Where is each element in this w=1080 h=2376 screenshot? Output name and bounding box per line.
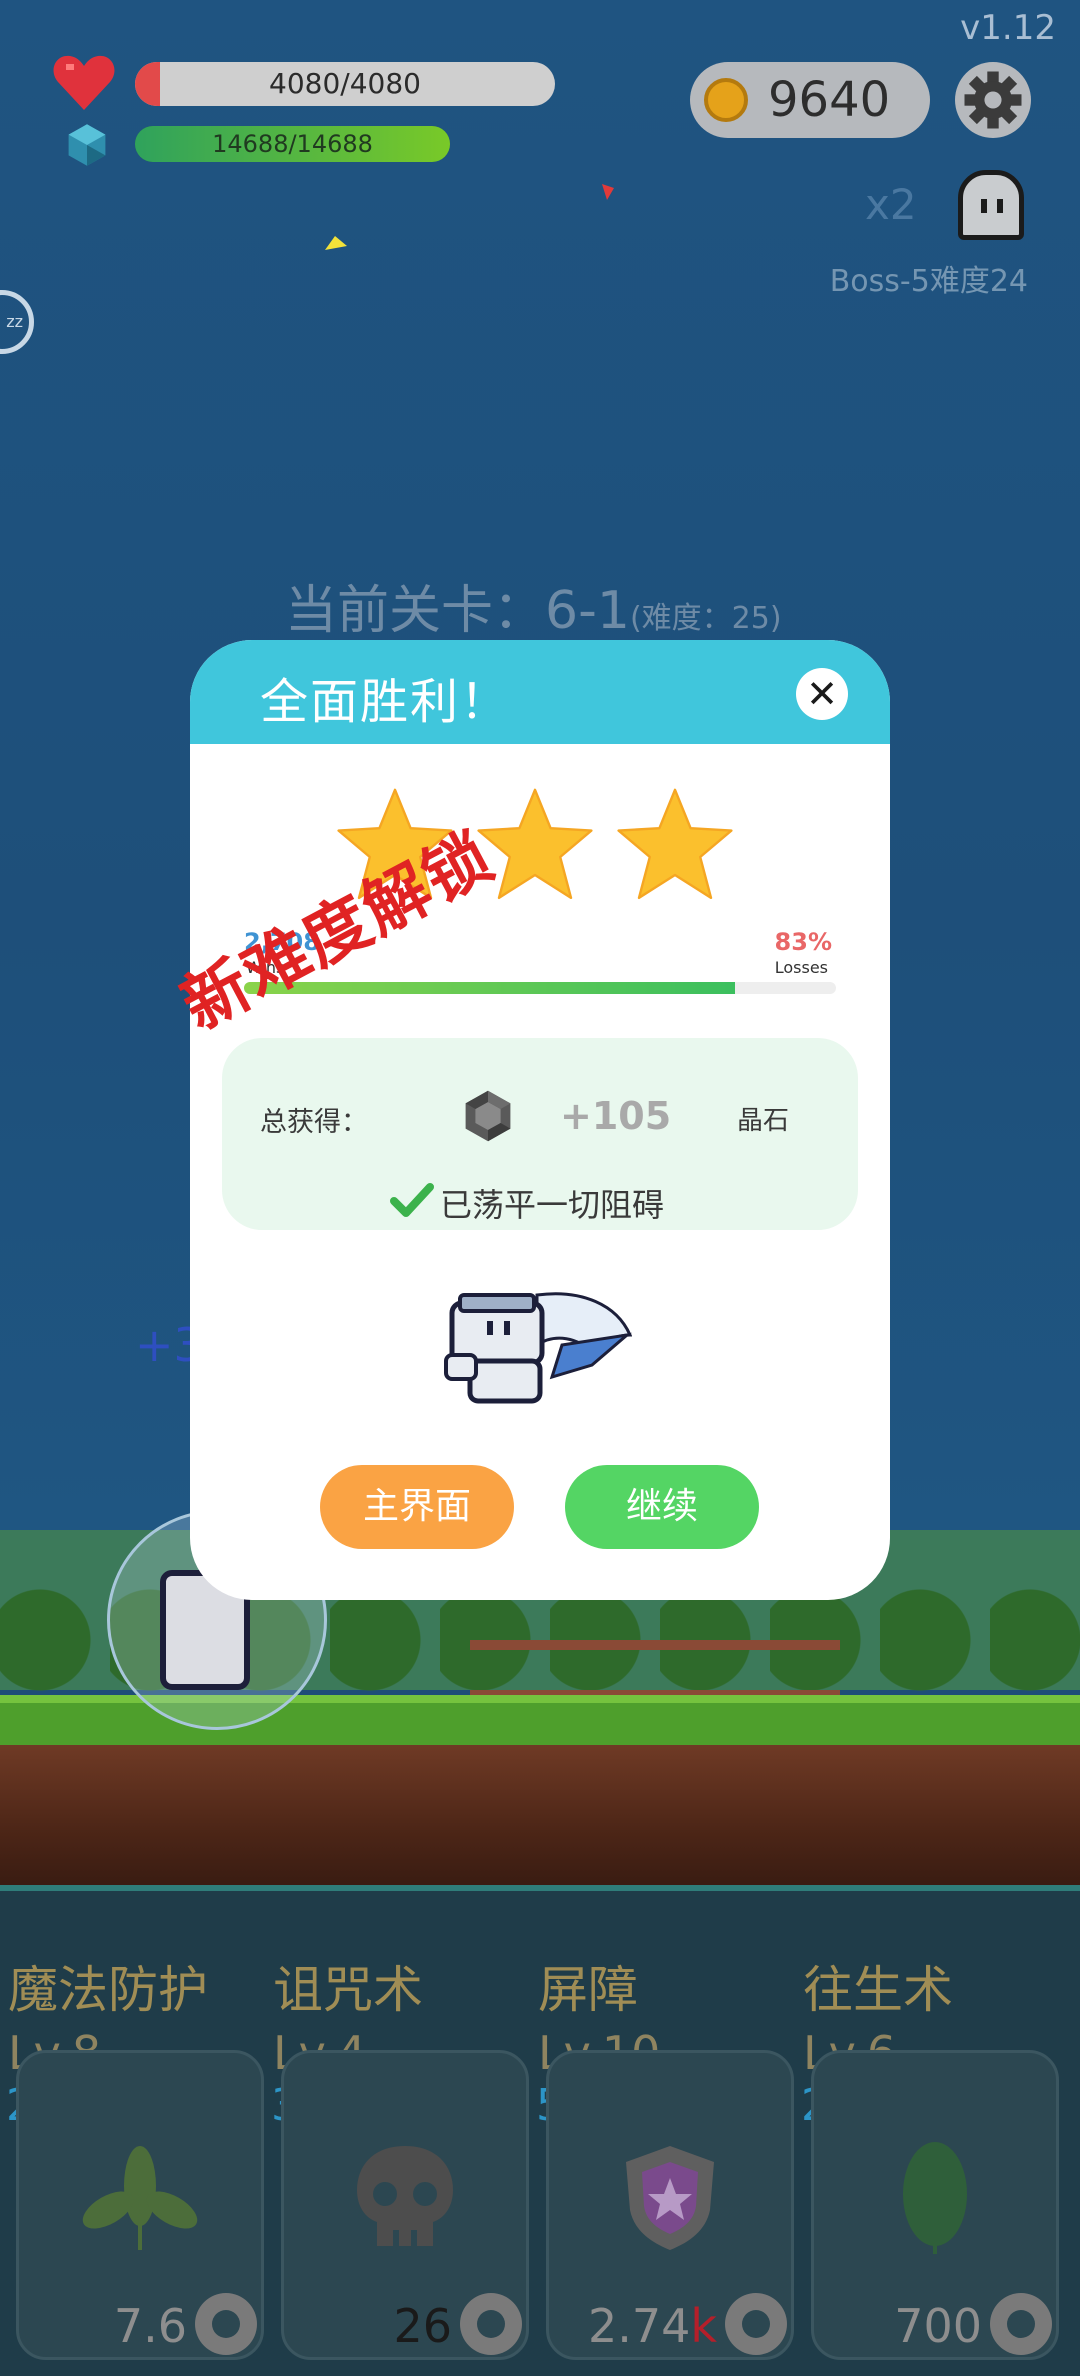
upgrade-price: 2.74k xyxy=(588,2299,717,2353)
coin-counter: 9640 xyxy=(690,62,930,138)
leaf-icon xyxy=(903,2142,967,2254)
dialog-title: 全面胜利！ xyxy=(260,674,511,730)
crystal-icon xyxy=(68,124,106,166)
losses-value: 83% xyxy=(774,928,832,956)
win-ratio-bar xyxy=(244,982,836,994)
heart-icon xyxy=(53,55,115,110)
boss-ghost-icon[interactable] xyxy=(958,170,1024,240)
speed-multiplier[interactable]: x2 xyxy=(865,180,917,229)
skill-name: 往生术 xyxy=(803,1961,953,2019)
stage-name: 当前关卡：6-1 xyxy=(285,581,630,641)
fence xyxy=(470,1640,840,1700)
shield-icon xyxy=(626,2146,714,2250)
skill-name: 魔法防护 xyxy=(8,1961,208,2019)
upgrade-price-value: 700 xyxy=(894,2299,982,2353)
projectile-yellow xyxy=(325,236,347,250)
check-icon xyxy=(390,1183,434,1217)
settings-button[interactable] xyxy=(955,62,1031,138)
reward-label: 总获得： xyxy=(260,1107,368,1138)
sprout-icon xyxy=(82,2146,198,2250)
upgrade-price: 700 xyxy=(894,2299,982,2353)
star-icon xyxy=(617,788,733,899)
skull-icon xyxy=(357,2146,453,2246)
skill-card-magic-defense[interactable]: 7.6 xyxy=(16,2050,264,2360)
stage-difficulty: (难度：25) xyxy=(629,601,782,636)
reward-unit: 晶石 xyxy=(737,1106,790,1136)
upgrade-gear-icon xyxy=(990,2293,1052,2355)
cleared-text: 已荡平一切阻碍 xyxy=(440,1186,665,1224)
stage-label: 当前关卡：6-1(难度：25) xyxy=(285,568,782,643)
skill-name: 屏障 xyxy=(538,1961,638,2019)
coin-value: 9640 xyxy=(768,72,891,128)
boss-label: Boss-5难度24 xyxy=(829,264,1028,299)
upgrade-price-suffix: k xyxy=(690,2299,717,2353)
upgrade-gear-icon xyxy=(725,2293,787,2355)
coin-icon xyxy=(704,78,748,122)
gear-icon xyxy=(964,71,1022,129)
skill-name: 诅咒术 xyxy=(273,1961,423,2019)
victory-dialog: 全面胜利！ ✕ 2,708 Wins 83% Losses 总获得： +105 … xyxy=(190,640,890,1600)
reward-panel: 总获得： +105 晶石 已荡平一切阻碍 xyxy=(222,1038,858,1230)
reward-value: +105 xyxy=(560,1094,672,1138)
upgrade-price-value: 2.74 xyxy=(587,2299,691,2353)
upgrade-gear-icon xyxy=(460,2293,522,2355)
upgrade-price: 26 xyxy=(393,2299,452,2353)
hp-text: 4080/4080 xyxy=(269,67,421,100)
continue-button[interactable]: 继续 xyxy=(565,1465,759,1549)
upgrade-price-value: 26 xyxy=(393,2299,452,2353)
mp-text: 14688/14688 xyxy=(212,130,373,158)
dialog-header: 全面胜利！ ✕ xyxy=(190,640,890,744)
skill-card-barrier[interactable]: 2.74k xyxy=(546,2050,794,2360)
hp-bar: 4080/4080 xyxy=(135,62,555,106)
skill-card-curse[interactable]: 26 xyxy=(281,2050,529,2360)
upgrade-price-value: 7.6 xyxy=(113,2299,187,2353)
close-button[interactable]: ✕ xyxy=(796,668,848,720)
projectile-red xyxy=(602,184,614,200)
home-button[interactable]: 主界面 xyxy=(320,1465,514,1549)
upgrade-price: 7.6 xyxy=(114,2299,187,2353)
losses-label: Losses xyxy=(774,958,828,977)
mp-bar: 14688/14688 xyxy=(135,126,450,162)
winged-knight-sprite xyxy=(444,1292,632,1404)
skill-card-rebirth[interactable]: 700 xyxy=(811,2050,1059,2360)
upgrade-gear-icon xyxy=(195,2293,257,2355)
version-label: v1.12 xyxy=(960,8,1056,48)
gem-icon xyxy=(465,1090,511,1142)
dirt-ground xyxy=(0,1745,1080,1885)
